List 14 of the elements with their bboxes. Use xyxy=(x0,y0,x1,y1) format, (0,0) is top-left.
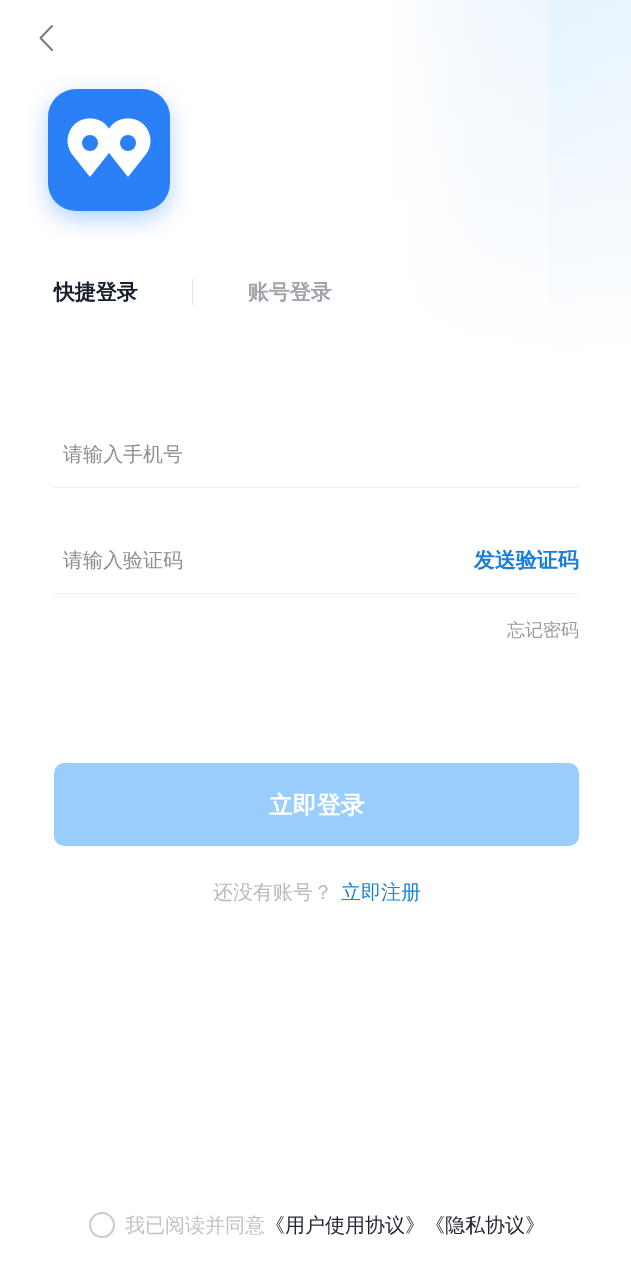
input-field[interactable]: 请输入手机号 xyxy=(54,433,579,474)
agreement-link[interactable]: 《用户使用协议》 xyxy=(264,1210,425,1240)
login-tab[interactable]: 账号登录 xyxy=(248,277,332,307)
input-field[interactable]: 请输入验证码 xyxy=(54,539,474,580)
send-code-button[interactable]: 发送验证码 xyxy=(474,544,579,575)
register-link[interactable]: 立即注册 xyxy=(340,878,421,906)
app-logo-icon xyxy=(48,89,170,211)
back-icon[interactable] xyxy=(38,24,54,52)
login-tab[interactable]: 快捷登录 xyxy=(54,277,138,307)
agreement-radio[interactable] xyxy=(88,1212,115,1238)
forgot-password-link[interactable]: 忘记密码 xyxy=(507,618,579,642)
agreement-text: 我已阅读并同意 xyxy=(124,1212,265,1239)
register-prompt: 还没有账号？ xyxy=(212,879,333,906)
agreement-link[interactable]: 《隐私协议》 xyxy=(424,1210,545,1240)
